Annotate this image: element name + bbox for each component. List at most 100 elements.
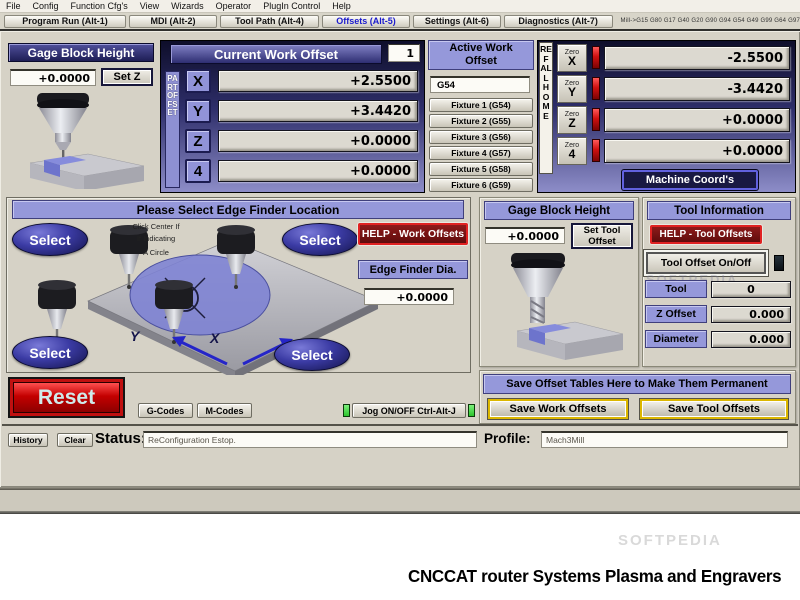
z-offset-value[interactable]: 0.000 — [711, 306, 791, 323]
diameter-label: Diameter — [645, 330, 707, 348]
tab-tool-path[interactable]: Tool Path (Alt-4) — [220, 15, 319, 28]
zero-z-axis-label: Z — [568, 118, 575, 129]
menu-bar: File Config Function Cfg's View Wizards … — [0, 0, 800, 13]
select-bottom-right-button[interactable]: Select — [274, 338, 350, 371]
menu-help[interactable]: Help — [326, 0, 357, 13]
fourth-home-led — [592, 139, 600, 162]
zero-z-button[interactable]: Zero Z — [557, 106, 587, 134]
part-offset-x-dro[interactable]: +2.5500 — [218, 70, 418, 92]
edge-finder-dia-value[interactable]: +0.0000 — [364, 288, 454, 305]
clear-button[interactable]: Clear — [57, 433, 93, 447]
profile-value-field: Mach3Mill — [541, 431, 788, 448]
axis-4-button[interactable]: 4 — [185, 159, 211, 183]
part-offset-z-dro[interactable]: +0.0000 — [218, 130, 418, 152]
history-button[interactable]: History — [8, 433, 48, 447]
set-z-button[interactable]: Set Z — [101, 68, 153, 86]
machine-y-dro[interactable]: -3.4420 — [604, 77, 790, 101]
tool-number-value[interactable]: 0 — [711, 281, 791, 298]
active-work-offset-value[interactable]: G54 — [430, 76, 530, 93]
menu-config[interactable]: Config — [27, 0, 65, 13]
tool-offset-on-off-button[interactable]: Tool Offset On/Off — [646, 252, 766, 274]
save-tool-offsets-button[interactable]: Save Tool Offsets — [640, 399, 788, 419]
jog-led-left — [343, 404, 350, 417]
axis-y-button[interactable]: Y — [185, 99, 211, 123]
mach3-offsets-screen: File Config Function Cfg's View Wizards … — [0, 0, 800, 600]
tab-mdi[interactable]: MDI (Alt-2) — [129, 15, 217, 28]
z-offset-label: Z Offset — [645, 305, 707, 323]
tool-information-header: Tool Information — [647, 201, 791, 220]
axis-x-illustration-label: X — [209, 330, 221, 346]
page-footer-area: SOFTPEDIA CNCCAT router Systems Plasma a… — [0, 514, 800, 600]
ref-all-home-button[interactable]: REF ALL HOME — [539, 42, 553, 174]
footer-caption: CNCCAT router Systems Plasma and Engrave… — [408, 566, 781, 587]
select-top-right-button[interactable]: Select — [282, 223, 358, 256]
part-offset-4-dro[interactable]: +0.0000 — [218, 160, 418, 182]
edge-finder-note-line3: A Circle — [110, 248, 202, 257]
fixture-1-button[interactable]: Fixture 1 (G54) — [429, 98, 533, 112]
help-tool-offsets-button[interactable]: HELP - Tool Offsets — [650, 225, 762, 244]
active-work-offset-header: Active Work Offset — [428, 40, 534, 70]
zero-4-axis-label: 4 — [569, 149, 576, 160]
edge-finder-dia-label: Edge Finder Dia. — [358, 260, 468, 279]
fixture-6-button[interactable]: Fixture 6 (G59) — [429, 178, 533, 192]
current-work-offset-header: Current Work Offset — [170, 44, 382, 64]
menu-operator[interactable]: Operator — [210, 0, 258, 13]
select-bottom-left-button[interactable]: Select — [12, 336, 88, 369]
tool-number-label: Tool — [645, 280, 707, 298]
tab-offsets[interactable]: Offsets (Alt-5) — [322, 15, 410, 28]
gcode-modal-line: Mill->G15 G80 G17 G40 G20 G90 G94 G54 G4… — [621, 18, 800, 24]
spindle-endmill-illustration — [487, 249, 631, 365]
diameter-value[interactable]: 0.000 — [711, 331, 791, 348]
fixture-5-button[interactable]: Fixture 5 (G58) — [429, 162, 533, 176]
tool-offset-led — [774, 255, 784, 271]
axis-x-button[interactable]: X — [185, 69, 211, 93]
status-value-field: ReConfiguration Estop. — [143, 431, 477, 448]
m-codes-button[interactable]: M-Codes — [197, 403, 252, 418]
x-home-led — [592, 46, 600, 69]
fixture-2-button[interactable]: Fixture 2 (G55) — [429, 114, 533, 128]
jog-on-off-button[interactable]: Jog ON/OFF Ctrl-Alt-J — [352, 403, 466, 418]
tab-settings[interactable]: Settings (Alt-6) — [413, 15, 501, 28]
help-work-offsets-button[interactable]: HELP - Work Offsets — [358, 223, 468, 245]
axis-z-button[interactable]: Z — [185, 129, 211, 153]
reset-button-face[interactable]: Reset — [13, 382, 120, 413]
edge-finder-note-line2: If Indicating — [110, 234, 202, 243]
tab-diagnostics[interactable]: Diagnostics (Alt-7) — [504, 15, 613, 28]
gage-block-bottom-value[interactable]: +0.0000 — [485, 227, 565, 244]
save-offsets-header: Save Offset Tables Here to Make Them Per… — [483, 374, 791, 394]
machine-coords-button[interactable]: Machine Coord's — [622, 170, 758, 190]
machine-4-dro[interactable]: +0.0000 — [604, 139, 790, 163]
fixture-3-button[interactable]: Fixture 3 (G56) — [429, 130, 533, 144]
edge-finder-probe-bottom-left — [38, 280, 76, 344]
machine-z-dro[interactable]: +0.0000 — [604, 108, 790, 132]
gage-block-bottom-header: Gage Block Height — [484, 201, 634, 220]
tab-program-run[interactable]: Program Run (Alt-1) — [4, 15, 126, 28]
part-offset-label: PART OFFSET — [165, 71, 180, 188]
y-home-led — [592, 77, 600, 100]
menu-function-cfgs[interactable]: Function Cfg's — [65, 0, 134, 13]
spindle-probe-illustration — [8, 89, 156, 189]
save-work-offsets-button[interactable]: Save Work Offsets — [488, 399, 628, 419]
menu-plugin-control[interactable]: PlugIn Control — [257, 0, 326, 13]
zero-x-axis-label: X — [568, 56, 576, 67]
zero-y-button[interactable]: Zero Y — [557, 75, 587, 103]
fixture-4-button[interactable]: Fixture 4 (G57) — [429, 146, 533, 160]
select-top-left-button[interactable]: Select — [12, 223, 88, 256]
work-offset-number-field[interactable]: 1 — [388, 44, 420, 62]
reset-button[interactable]: Reset — [8, 377, 125, 418]
gage-block-height-value[interactable]: +0.0000 — [10, 69, 96, 86]
tab-bar: Program Run (Alt-1) MDI (Alt-2) Tool Pat… — [0, 13, 800, 29]
menu-file[interactable]: File — [0, 0, 27, 13]
profile-label: Profile: — [484, 431, 531, 446]
menu-view[interactable]: View — [134, 0, 165, 13]
g-codes-button[interactable]: G-Codes — [138, 403, 193, 418]
machine-x-dro[interactable]: -2.5500 — [604, 46, 790, 70]
menu-wizards[interactable]: Wizards — [165, 0, 210, 13]
z-home-led — [592, 108, 600, 131]
part-offset-y-dro[interactable]: +3.4420 — [218, 100, 418, 122]
zero-x-button[interactable]: Zero X — [557, 44, 587, 72]
zero-4-button[interactable]: Zero 4 — [557, 137, 587, 165]
zero-y-axis-label: Y — [568, 87, 576, 98]
edge-finder-note-line1: Click Center If — [110, 222, 202, 231]
set-tool-offset-button[interactable]: Set Tool Offset — [571, 223, 633, 249]
